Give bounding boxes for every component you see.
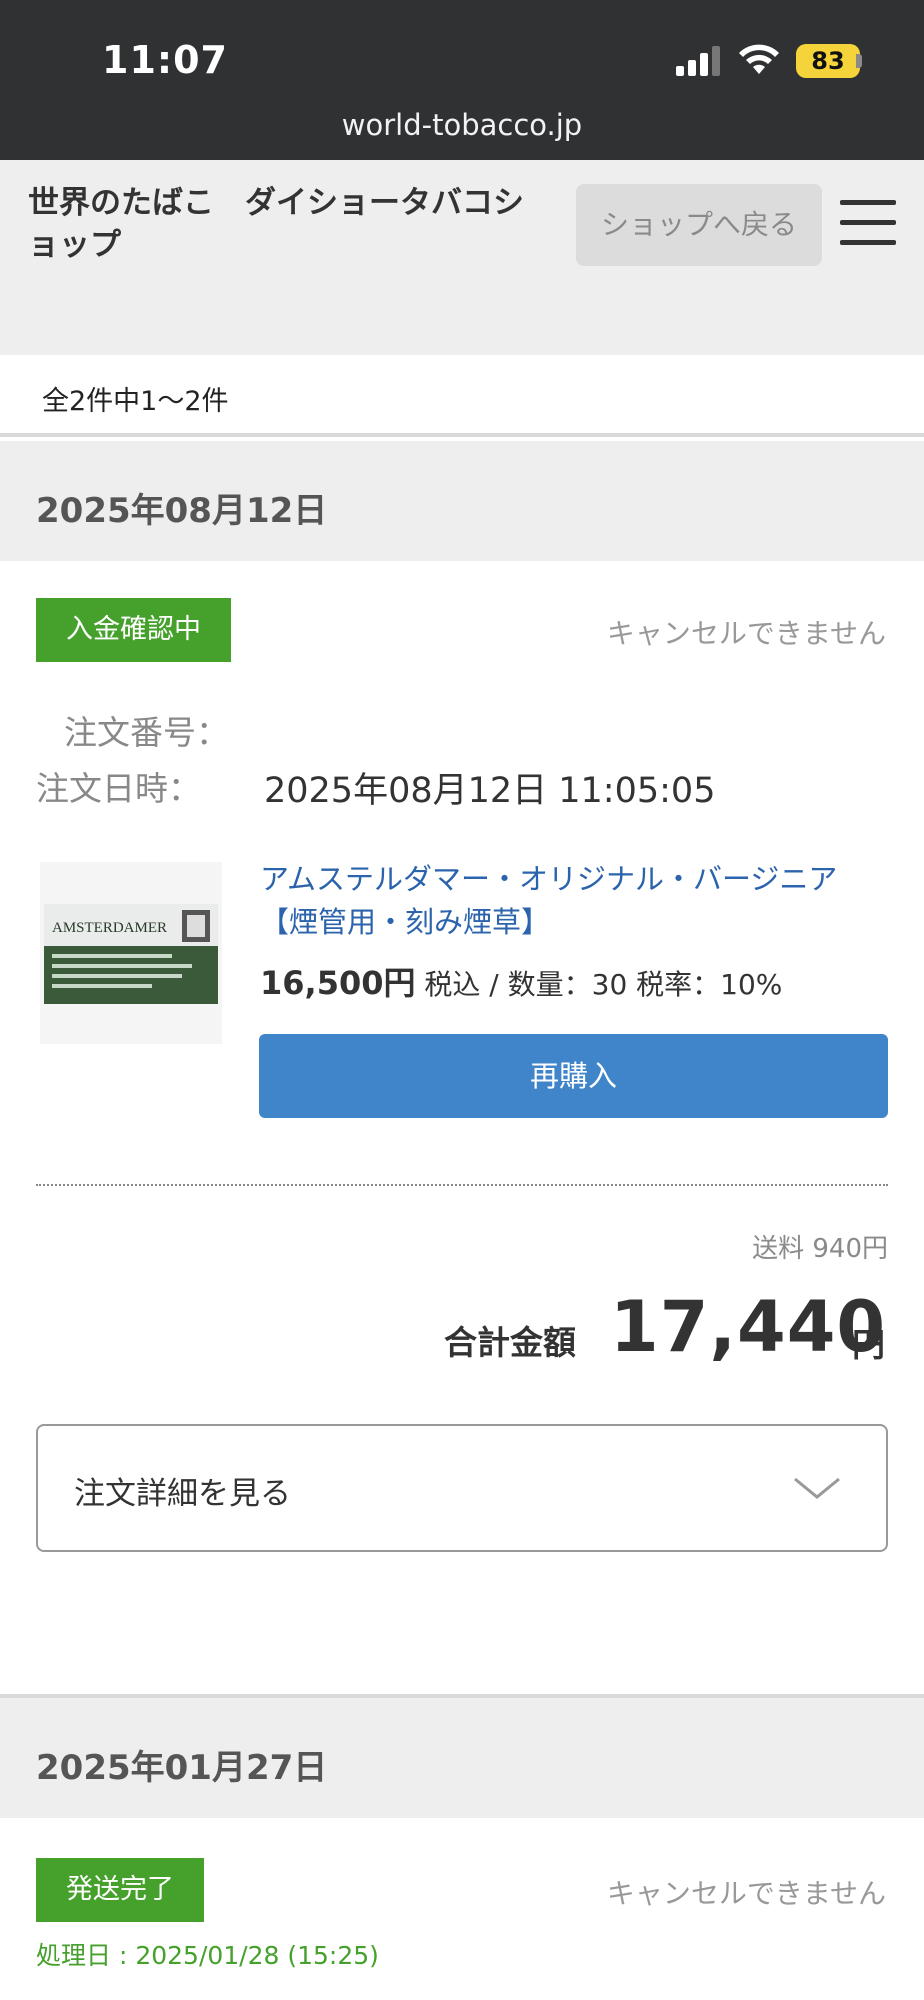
tobacco-pouch-image: AMSTERDAMER: [40, 862, 222, 1044]
hamburger-menu-icon[interactable]: [840, 200, 896, 246]
price-details: 税込 / 数量：30 税率：10%: [415, 968, 783, 1001]
battery-icon: 83: [796, 44, 860, 78]
cancel-status: キャンセルできません: [606, 1877, 886, 1910]
site-header: 世界のたばこ ダイショータバコショップ ショップへ戻る: [0, 160, 924, 355]
cancel-status: キャンセルできません: [606, 617, 886, 650]
order-date-header: 2025年08月12日: [0, 441, 924, 561]
order-date: 2025年01月27日: [36, 1748, 328, 1788]
order-datetime-label: 注文日時：: [36, 769, 201, 808]
battery-tip: [856, 54, 862, 68]
result-count-bar: 全2件中1～2件: [0, 355, 924, 437]
price-line: 16,500円 税込 / 数量：30 税率：10%: [260, 958, 782, 1004]
shipping-fee: 送料 940円: [752, 1234, 888, 1264]
status-badge: 発送完了: [36, 1858, 204, 1922]
result-count: 全2件中1～2件: [42, 386, 229, 417]
total-label: 合計金額: [444, 1323, 576, 1362]
status-badge: 入金確認中: [36, 598, 231, 662]
product-price: 16,500円: [260, 964, 416, 1002]
dotted-divider: [36, 1184, 888, 1186]
wifi-icon: [739, 44, 779, 74]
chevron-down-icon: [794, 1477, 840, 1499]
order-datetime: 2025年08月12日 11:05:05: [264, 771, 716, 811]
order-details-toggle[interactable]: 注文詳細を見る: [36, 1424, 888, 1552]
total-unit: 円: [852, 1325, 885, 1364]
order-details-label: 注文詳細を見る: [74, 1476, 291, 1512]
order-date-header: 2025年01月27日: [0, 1698, 924, 1818]
back-to-shop-button[interactable]: ショップへ戻る: [576, 184, 822, 266]
order-number-label: 注文番号：: [64, 713, 229, 752]
rebuy-button[interactable]: 再購入: [259, 1034, 888, 1118]
thumbnail-brand: AMSTERDAMER: [52, 920, 167, 936]
shop-title[interactable]: 世界のたばこ ダイショータバコショップ: [28, 182, 548, 266]
processed-date: 処理日 : 2025/01/28 (15:25): [36, 1941, 379, 1970]
total-amount: 17,440: [610, 1286, 887, 1368]
signal-icon: [676, 46, 720, 76]
product-thumbnail[interactable]: AMSTERDAMER: [40, 862, 222, 1044]
order-date: 2025年08月12日: [36, 491, 328, 531]
status-time: 11:07: [102, 38, 228, 82]
url-bar[interactable]: world-tobacco.jp: [0, 108, 924, 142]
product-name-link[interactable]: アムステルダマー・オリジナル・バージニア【煙管用・刻み煙草】: [260, 858, 890, 944]
status-bar: 11:07 83 world-tobacco.jp: [0, 0, 924, 160]
